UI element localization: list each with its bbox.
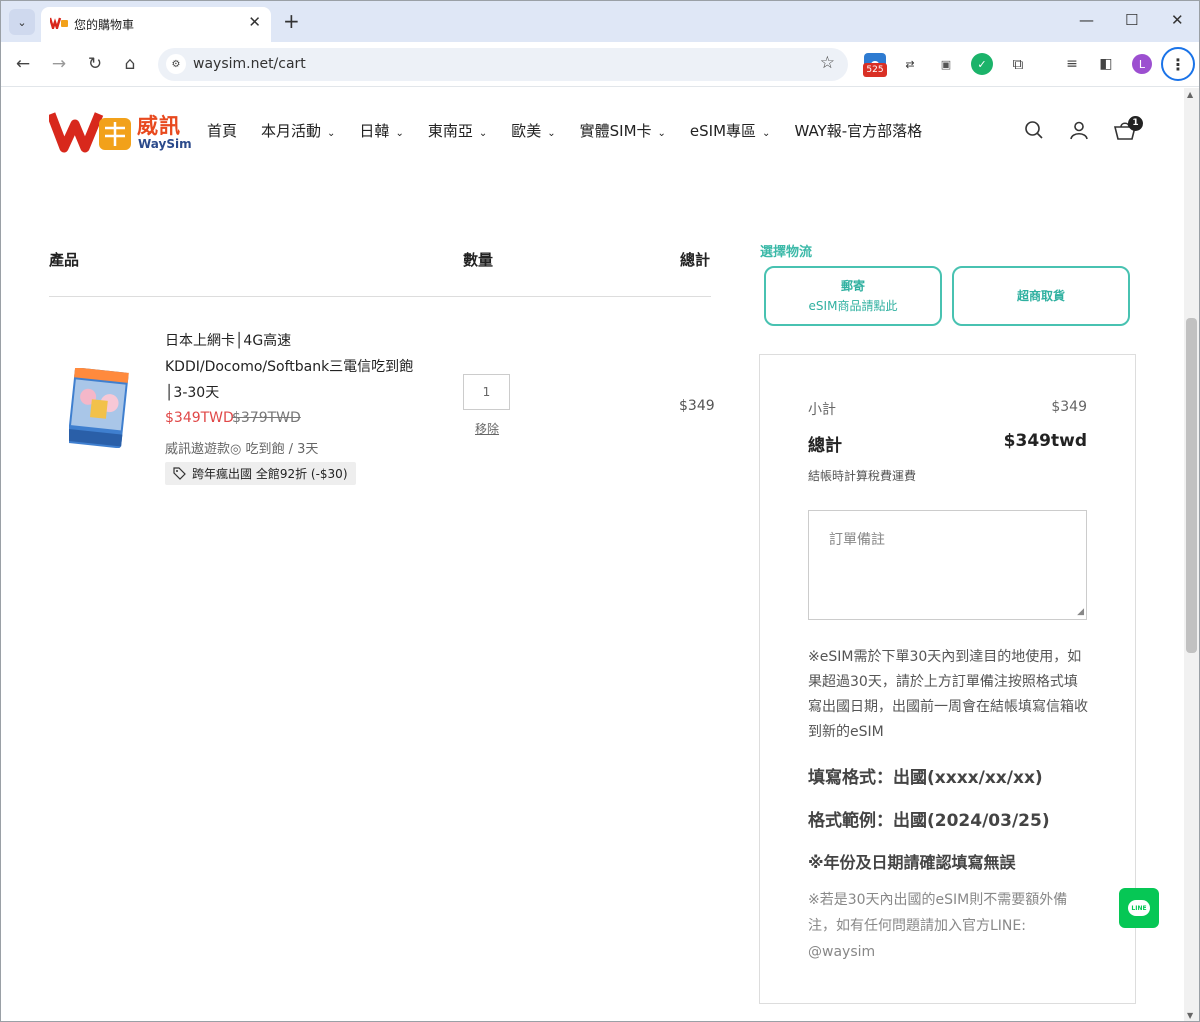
active-tab[interactable]: 您的購物車 ✕ [41,7,271,42]
maximize-button[interactable]: ☐ [1125,11,1138,29]
tab-title: 您的購物車 [74,18,135,32]
column-header-quantity: 數量 [463,251,494,269]
tab-close-icon[interactable]: ✕ [248,13,261,31]
search-icon[interactable] [1024,120,1044,145]
nav-item-japan-korea[interactable]: 日韓 ⌄ [359,120,403,141]
tag-icon [173,467,186,480]
column-header-product: 產品 [49,251,80,269]
logo-sub-text: WaySim [138,137,192,151]
chevron-down-icon: ⌄ [17,15,27,29]
confirm-line: ※年份及日期請確認填寫無誤 [808,853,1016,872]
browser-toolbar: ← → ↻ ⌂ ⚙ waysim.net/cart ☆ ● ⇄ ▣ ✓ ⧉ ≡ … [1,42,1199,87]
example-line: 格式範例：出國(2024/03/25) [808,811,1050,831]
browser-window: ⌄ 您的購物車 ✕ + — ☐ ✕ ← → ↻ ⌂ ⚙ waysim.net/c… [0,0,1200,1022]
site-info-icon[interactable]: ⚙ [166,54,186,74]
shipping-option-store-pickup[interactable]: 超商取貨 [952,266,1130,326]
shipping-option-store-title: 超商取貨 [1016,289,1065,303]
close-window-button[interactable]: ✕ [1171,11,1184,29]
resize-grip-icon[interactable]: ◢ [1077,607,1084,617]
account-icon[interactable] [1069,120,1089,145]
discount-text: 跨年瘋出國 全館92折 (-$30) [192,467,348,481]
web-page: 威訊 WaySim 首頁 本月活動 ⌄ 日韓 ⌄ 東南亞 ⌄ 歐美 ⌄ 實體SIM卡 ⌄ … [1,88,1184,1021]
nav-item-southeast-asia[interactable]: 東南亞 ⌄ [428,120,487,141]
sale-price: $349TWD [165,410,234,426]
nav-item-monthly[interactable]: 本月活動 ⌄ [261,120,335,141]
site-logo[interactable]: 威訊 WaySim [46,110,192,154]
shipping-option-mail-title: 郵寄 [840,279,865,293]
order-summary: 小計 $349 總計 $349twd 結帳時計算稅費運費 訂單備註 ◢ ※eSI… [759,354,1136,1004]
line-total: $349 [679,398,715,414]
total-value: $349twd [1003,431,1087,451]
scroll-down-icon[interactable]: ▼ [1187,1011,1193,1020]
line-chat-icon: LINE [1128,900,1150,916]
subtotal-value: $349 [1051,399,1087,415]
extension-3-icon[interactable]: ▣ [935,53,957,75]
nav-item-home[interactable]: 首頁 [207,120,237,141]
tax-note: 結帳時計算稅費運費 [808,469,917,483]
new-tab-button[interactable]: + [283,9,300,33]
discount-tag: 跨年瘋出國 全館92折 (-$30) [165,462,356,485]
browser-menu-button[interactable]: ⋮ [1161,47,1195,81]
url-text[interactable]: waysim.net/cart [193,56,306,72]
minimize-button[interactable]: — [1079,11,1094,29]
nav-item-esim[interactable]: eSIM專區 ⌄ [690,120,771,141]
subtotal-label: 小計 [808,402,836,418]
chevron-down-icon: ⌄ [547,128,556,139]
esim-info-text: ※eSIM需於下單30天內到達目的地使用，如果超過30天，請於上方訂單備注按照格… [808,649,1088,740]
chevron-down-icon: ⌄ [395,128,404,139]
extension-4-icon[interactable]: ✓ [971,53,993,75]
reload-button[interactable]: ↻ [83,52,107,76]
format-line: 填寫格式：出國(xxxx/xx/xx) [808,768,1043,788]
waysim-logo-mark-icon [46,112,131,153]
scroll-thumb[interactable] [1186,318,1197,653]
nav-item-europe-america[interactable]: 歐美 ⌄ [511,120,555,141]
scroll-up-icon[interactable]: ▲ [1187,90,1193,99]
product-name[interactable]: 日本上網卡│4G高速KDDI/Docomo/Softbank三電信吃到飽│3-3… [165,328,435,406]
original-price: $379TWD [232,410,301,426]
forward-button[interactable]: → [47,52,71,76]
shipping-option-mail[interactable]: 郵寄 eSIM商品請點此 [764,266,942,326]
line-contact-text: ※若是30天內出國的eSIM則不需要額外備注，如有任何問題請加入官方LINE: … [808,892,1068,960]
shipping-option-mail-sub: eSIM商品請點此 [808,299,898,313]
address-bar[interactable]: ⚙ waysim.net/cart ☆ [158,48,848,81]
home-button[interactable]: ⌂ [118,52,142,76]
chevron-down-icon: ⌄ [762,128,771,139]
side-panel-icon[interactable]: ◧ [1095,53,1117,75]
extensions-puzzle-icon[interactable]: ⧉ [1007,53,1029,75]
line-chat-button[interactable]: LINE [1119,888,1159,928]
page-scrollbar[interactable]: ▲ ▼ [1184,88,1199,1021]
chevron-down-icon: ⌄ [657,128,666,139]
shipping-label: 選擇物流 [760,245,813,260]
logo-brand-text: 威訊 [137,114,181,138]
table-divider [49,296,711,297]
quantity-input[interactable]: 1 [463,374,510,410]
waysim-favicon-icon [50,17,68,29]
extension-badge: 525 [863,63,887,77]
back-button[interactable]: ← [11,52,35,76]
chevron-down-icon: ⌄ [478,128,488,139]
column-header-total: 總計 [680,251,711,269]
nav-item-physical-sim[interactable]: 實體SIM卡 ⌄ [580,120,666,141]
tab-strip: ⌄ 您的購物車 ✕ + — ☐ ✕ [1,1,1199,42]
product-image[interactable] [69,368,129,448]
product-variant: 威訊遨遊款◎ 吃到飽 / 3天 [165,442,319,457]
bookmark-star-icon[interactable]: ☆ [820,53,835,73]
order-note-textarea[interactable]: 訂單備註 ◢ [808,510,1087,620]
remove-item-link[interactable]: 移除 [475,420,499,437]
total-label: 總計 [808,436,842,456]
extension-2-icon[interactable]: ⇄ [899,53,921,75]
chevron-down-icon: ⌄ [327,128,336,139]
profile-avatar[interactable]: L [1132,54,1152,74]
tab-search-button[interactable]: ⌄ [9,9,35,35]
main-nav: 首頁 本月活動 ⌄ 日韓 ⌄ 東南亞 ⌄ 歐美 ⌄ 實體SIM卡 ⌄ eSIM專區 ⌄ WA… [207,120,946,141]
media-control-icon[interactable]: ≡ [1061,53,1083,75]
order-note-placeholder: 訂單備註 [829,532,885,548]
cart-count-badge: 1 [1128,116,1143,131]
nav-item-blog[interactable]: WAY報-官方部落格 [794,120,922,141]
